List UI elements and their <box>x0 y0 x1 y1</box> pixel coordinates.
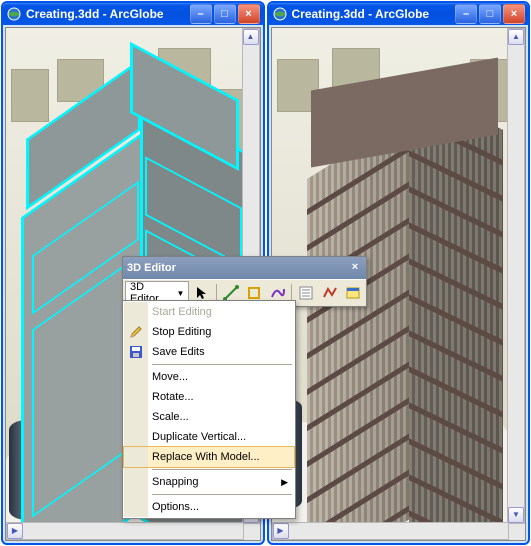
titlebar[interactable]: Creating.3dd - ArcGlobe – □ × <box>3 3 263 25</box>
menu-item-label: Move... <box>152 371 294 383</box>
window-title: Creating.3dd - ArcGlobe <box>292 7 456 21</box>
pencil-icon <box>124 322 148 342</box>
viewport-scrollbar-vertical[interactable]: ▲▼ <box>507 28 525 524</box>
snapping-window-icon[interactable] <box>342 282 364 304</box>
maximize-button[interactable]: □ <box>214 4 236 24</box>
viewport-scrollbar-horizontal[interactable]: ◀▶ <box>6 522 244 540</box>
arcglobe-app-icon <box>272 6 288 22</box>
menu-item-label: Snapping <box>152 476 294 488</box>
blank <box>124 472 148 492</box>
menu-item-rotate[interactable]: Rotate... <box>124 387 294 407</box>
menu-item-replace[interactable]: Replace With Model... <box>124 447 294 467</box>
blank <box>124 367 148 387</box>
menu-item-label: Scale... <box>152 411 294 423</box>
menu-separator <box>152 469 292 470</box>
minimize-button[interactable]: – <box>455 4 477 24</box>
blank <box>124 447 148 467</box>
menu-item-dupv[interactable]: Duplicate Vertical... <box>124 427 294 447</box>
close-button[interactable]: × <box>238 4 260 24</box>
titlebar[interactable]: Creating.3dd - ArcGlobe – □ × <box>269 3 529 25</box>
menu-item-start: Start Editing <box>124 302 294 322</box>
sketch-properties-icon[interactable] <box>319 282 341 304</box>
close-icon[interactable]: × <box>348 261 362 275</box>
menu-separator <box>152 364 292 365</box>
menu-item-snapping[interactable]: Snapping▶ <box>124 472 294 492</box>
window-title: Creating.3dd - ArcGlobe <box>26 7 190 21</box>
menu-item-label: Duplicate Vertical... <box>152 431 294 443</box>
menu-item-label: Rotate... <box>152 391 294 403</box>
save-icon <box>124 342 148 362</box>
menu-item-scale[interactable]: Scale... <box>124 407 294 427</box>
menu-item-move[interactable]: Move... <box>124 367 294 387</box>
close-button[interactable]: × <box>503 4 525 24</box>
submenu-arrow-icon: ▶ <box>281 477 288 488</box>
3d-editor-title: 3D Editor <box>127 262 348 274</box>
blank <box>124 407 148 427</box>
blank <box>124 427 148 447</box>
menu-item-save[interactable]: Save Edits <box>124 342 294 362</box>
menu-item-label: Save Edits <box>152 346 294 358</box>
blank <box>124 497 148 517</box>
blank <box>124 302 148 322</box>
maximize-button[interactable]: □ <box>479 4 501 24</box>
3d-editor-menu: Start Editing Stop Editing Save Edits Move.… <box>122 300 296 519</box>
menu-item-stop[interactable]: Stop Editing <box>124 322 294 342</box>
menu-item-options[interactable]: Options... <box>124 497 294 517</box>
arcglobe-app-icon <box>6 6 22 22</box>
menu-item-label: Stop Editing <box>152 326 294 338</box>
menu-item-label: Options... <box>152 501 294 513</box>
menu-separator <box>152 494 292 495</box>
blank <box>124 387 148 407</box>
chevron-down-icon: ▼ <box>177 289 185 298</box>
3d-editor-titlebar[interactable]: 3D Editor × <box>123 257 366 279</box>
minimize-button[interactable]: – <box>190 4 212 24</box>
menu-item-label: Replace With Model... <box>152 451 294 463</box>
viewport-scrollbar-horizontal[interactable]: ◀▶ <box>272 522 510 540</box>
menu-item-label: Start Editing <box>152 306 294 318</box>
attributes-icon[interactable] <box>295 282 317 304</box>
